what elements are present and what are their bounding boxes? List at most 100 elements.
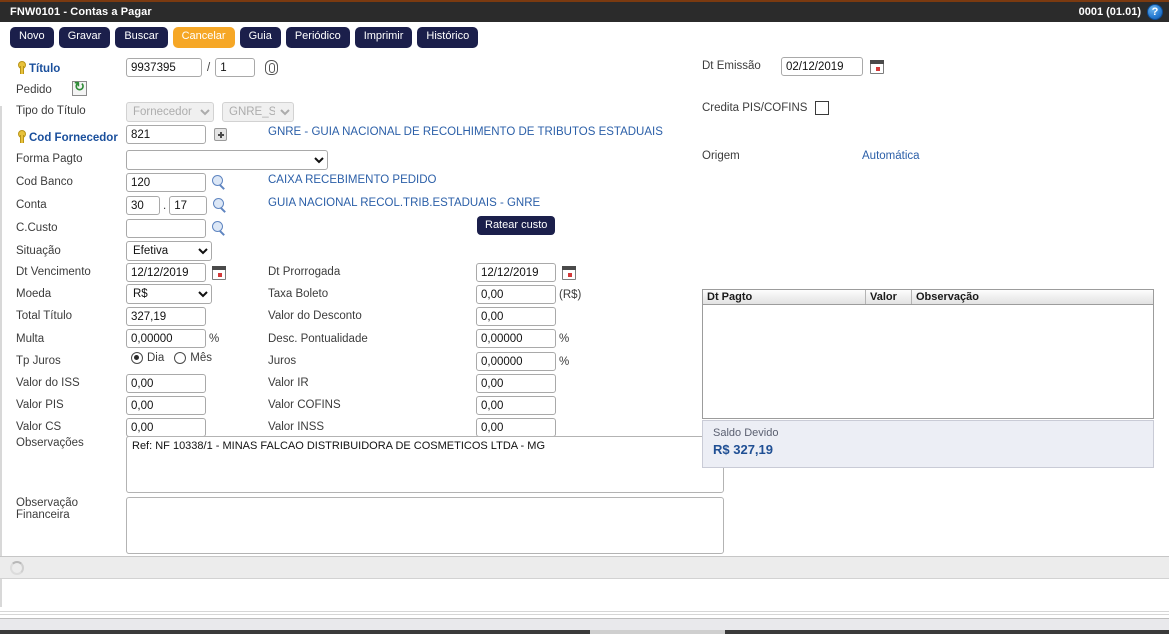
dt-vencimento-inputs [126,263,226,282]
buscar-button[interactable]: Buscar [115,27,167,48]
valor-inss-label: Valor INSS [268,421,324,433]
magnifier-icon[interactable] [211,221,227,237]
tp-juros-dia-label: Dia [147,352,164,364]
cod-fornecedor-input[interactable] [126,125,206,144]
forma-pagto-select[interactable] [126,150,328,170]
juros-input[interactable] [476,352,556,371]
dt-vencimento-input[interactable] [126,263,206,282]
field-row-valor-iss: Valor do ISS [16,377,80,389]
cod-banco-input[interactable] [126,173,206,192]
field-row-desc-pontualidade: Desc. Pontualidade [268,333,368,345]
multa-input[interactable] [126,329,206,348]
observacao-financeira-textarea[interactable] [126,497,724,554]
observacao-financeira-label-line1: Observação [16,497,78,509]
cancelar-button[interactable]: Cancelar [173,27,235,48]
paperclip-icon[interactable] [265,60,278,75]
field-row-juros: Juros [268,355,296,367]
field-row-dt-emissao: Dt Emissão [702,60,761,72]
titulo-separator: / [207,62,210,74]
cod-fornecedor-inputs [126,125,227,144]
window-title: FNW0101 - Contas a Pagar [10,6,152,18]
valor-inss-inputs [476,418,556,437]
conta-input[interactable] [126,196,160,215]
valor-inss-input[interactable] [476,418,556,437]
ratear-custo-button[interactable]: Ratear custo [477,216,555,235]
titulo-parcela-input[interactable] [215,58,255,77]
juros-inputs: % [476,352,569,371]
field-row-valor-inss: Valor INSS [268,421,324,433]
juros-unit: % [559,356,569,368]
calendar-icon[interactable] [212,266,226,280]
dt-prorrogada-input[interactable] [476,263,556,282]
field-row-cod-banco: Cod Banco [16,176,73,188]
magnifier-icon[interactable] [211,175,227,191]
periodico-button[interactable]: Periódico [286,27,350,48]
title-bar-right: 0001 (01.01) ? [1079,4,1163,20]
field-row-credita-pis-cofins: Credita PIS/COFINS [702,101,829,115]
valor-cofins-input[interactable] [476,396,556,415]
valor-iss-input[interactable] [126,374,206,393]
situacao-inputs: Efetiva [126,241,212,261]
field-row-dt-vencimento: Dt Vencimento [16,266,91,278]
calendar-icon[interactable] [562,266,576,280]
valor-ir-input[interactable] [476,374,556,393]
moeda-inputs: R$ [126,284,212,304]
dt-prorrogada-label: Dt Prorrogada [268,266,340,278]
valor-iss-label: Valor do ISS [16,377,80,389]
bottom-bar-notch [590,630,725,634]
guia-button[interactable]: Guia [240,27,281,48]
valor-iss-inputs [126,374,206,393]
magnifier-icon[interactable] [212,198,228,214]
column-header-valor[interactable]: Valor [866,290,912,304]
dt-emissao-input[interactable] [781,57,863,76]
ccusto-input[interactable] [126,219,206,238]
desc-pontualidade-label: Desc. Pontualidade [268,333,368,345]
saldo-devido-box: Saldo Devido R$ 327,19 [702,420,1154,468]
column-header-observacao[interactable]: Observação [912,290,1153,304]
situacao-select[interactable]: Efetiva [126,241,212,261]
tp-juros-option-dia[interactable]: Dia [131,352,164,364]
conta-sub-input[interactable] [169,196,207,215]
application-window: FNW0101 - Contas a Pagar 0001 (01.01) ? … [0,0,1169,634]
tipo-titulo-subtype-select[interactable]: GNRE_ST [222,102,294,122]
total-titulo-input[interactable] [126,307,206,326]
payments-grid-body[interactable] [703,305,1153,418]
conta-description-wrap: GUIA NACIONAL RECOL.TRIB.ESTADUAIS - GNR… [268,197,540,209]
plus-icon[interactable] [214,128,227,141]
taxa-boleto-input[interactable] [476,285,556,304]
field-row-total-titulo: Total Título [16,310,72,322]
valor-pis-input[interactable] [126,396,206,415]
cod-fornecedor-description-wrap: GNRE - GUIA NACIONAL DE RECOLHIMENTO DE … [268,126,663,138]
field-row-valor-cs: Valor CS [16,421,61,433]
observacoes-textarea[interactable] [126,436,724,493]
field-row-tp-juros: Tp Juros [16,355,61,367]
gravar-button[interactable]: Gravar [59,27,111,48]
moeda-select[interactable]: R$ [126,284,212,304]
tipo-titulo-select[interactable]: Fornecedor [126,102,214,122]
imprimir-button[interactable]: Imprimir [355,27,413,48]
field-row-valor-desconto: Valor do Desconto [268,310,362,322]
valor-desconto-input[interactable] [476,307,556,326]
tp-juros-option-mes[interactable]: Mês [174,352,212,364]
field-row-titulo: Título [16,59,60,75]
valor-cs-input[interactable] [126,418,206,437]
desc-pontualidade-input[interactable] [476,329,556,348]
desc-pontualidade-inputs: % [476,329,569,348]
radio-mes-icon[interactable] [174,352,186,364]
tipo-titulo-label: Tipo do Título [16,105,86,117]
valor-ir-inputs [476,374,556,393]
version-label: 0001 (01.01) [1079,6,1141,18]
sync-refresh-icon[interactable] [72,81,87,96]
column-header-dt-pagto[interactable]: Dt Pagto [703,290,866,304]
calendar-icon[interactable] [870,60,884,74]
valor-pis-inputs [126,396,206,415]
observacao-financeira-label-line2: Financeira [16,509,70,521]
novo-button[interactable]: Novo [10,27,54,48]
credita-pis-cofins-checkbox[interactable] [815,101,829,115]
origem-value: Automática [862,150,920,162]
historico-button[interactable]: Histórico [417,27,478,48]
field-row-valor-ir: Valor IR [268,377,309,389]
titulo-input[interactable] [126,58,202,77]
radio-dia-icon[interactable] [131,352,143,364]
help-icon[interactable]: ? [1147,4,1163,20]
